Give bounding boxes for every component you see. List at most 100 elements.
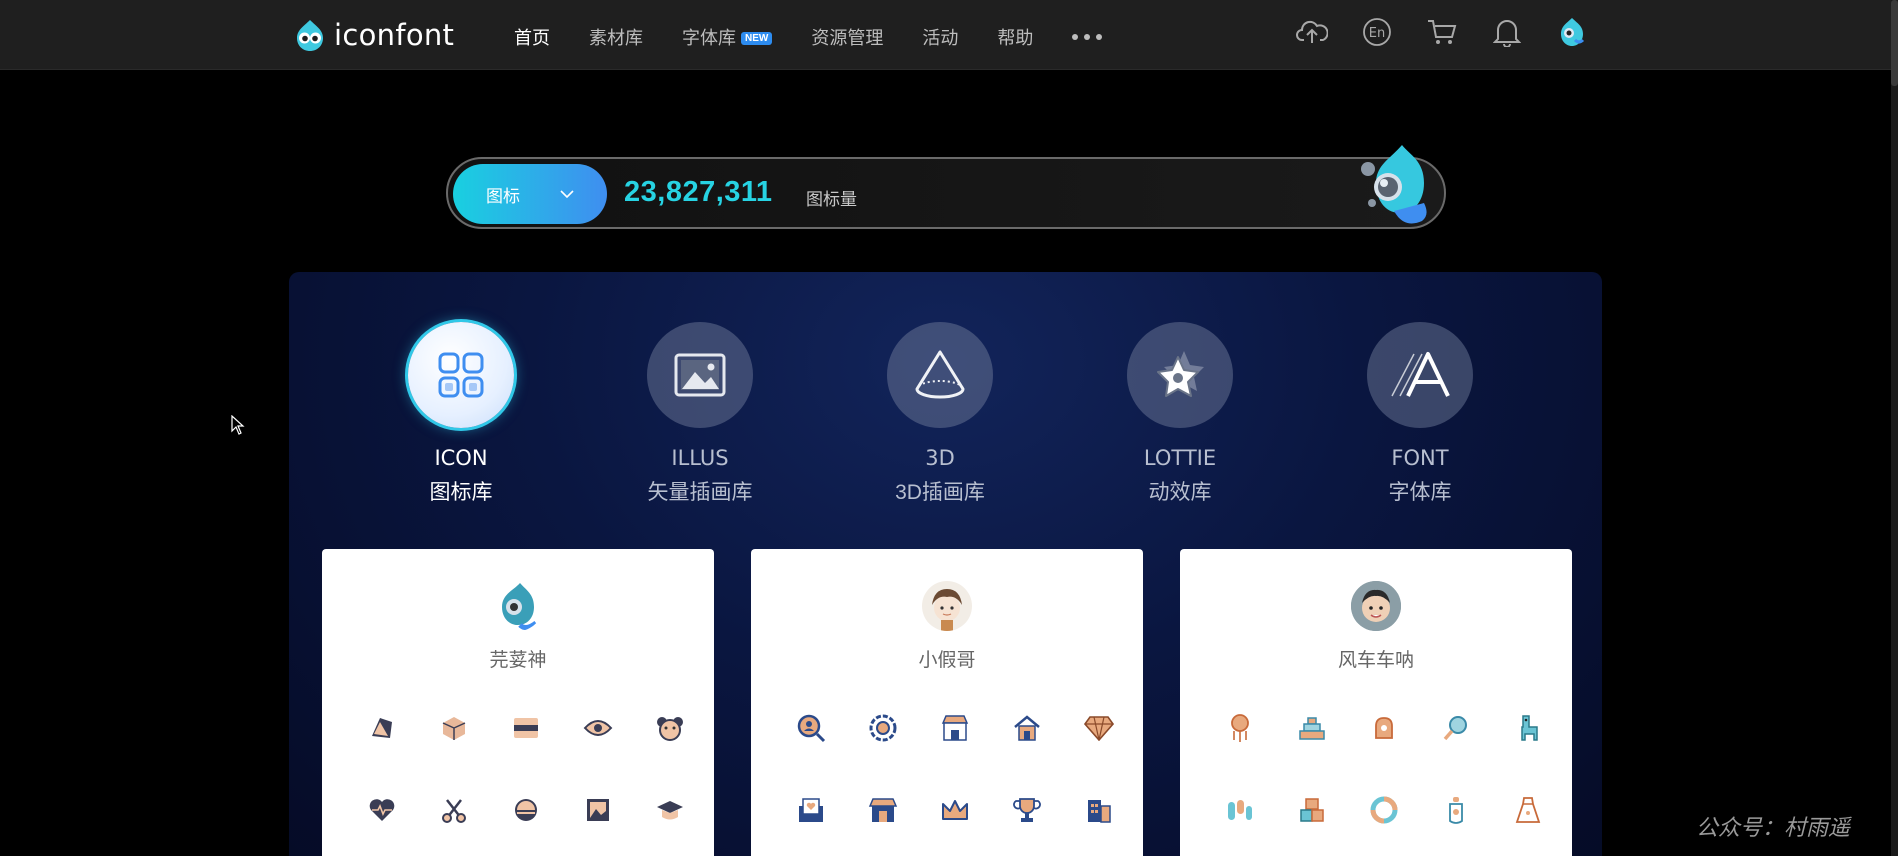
alpaca-icon[interactable]	[1492, 711, 1564, 745]
magnifier-leaf-icon[interactable]	[1420, 711, 1492, 745]
settings-ring-icon[interactable]	[847, 711, 919, 745]
tea-pot-icon[interactable]	[1348, 711, 1420, 745]
nav-item-label: 帮助	[997, 28, 1034, 48]
designer-card[interactable]: 芫荽神	[322, 549, 714, 856]
new-badge: NEW	[741, 32, 773, 45]
card-stack-icon[interactable]	[490, 711, 562, 745]
iconfont-logo-icon	[297, 20, 323, 51]
capsule-pills-icon[interactable]	[1204, 793, 1276, 827]
designer-card[interactable]: 风车车呐	[1180, 549, 1572, 856]
designer-name: 小假哥	[918, 650, 976, 671]
category-zh-label: 3D插画库	[895, 481, 985, 504]
designer-name: 风车车呐	[1337, 650, 1414, 671]
nav-item-activities[interactable]: 活动	[922, 24, 958, 50]
avatar	[493, 581, 543, 631]
bear-face-icon[interactable]	[634, 711, 706, 745]
icon-count-unit: 图标量	[806, 190, 857, 209]
eye-icon[interactable]	[562, 711, 634, 745]
category-en-label: ILLUS	[671, 446, 729, 470]
top-navigation-bar: iconfont 首页 素材库 字体库 NEW 资源管理 活动 帮助 En	[0, 0, 1898, 70]
chevron-down-icon	[560, 189, 574, 198]
category-illus[interactable]: ILLUS 矢量插画库	[600, 322, 800, 506]
search-user-icon[interactable]	[775, 711, 847, 745]
map-fold-icon[interactable]	[346, 711, 418, 745]
icon-count: 23,827,311	[624, 176, 773, 208]
diamond-icon[interactable]	[1063, 711, 1135, 745]
photo-frame-icon[interactable]	[562, 793, 634, 827]
crown-icon[interactable]	[919, 793, 991, 827]
heart-pulse-icon[interactable]	[346, 793, 418, 827]
category-illus-circle	[647, 322, 753, 428]
store-awning-icon[interactable]	[847, 793, 919, 827]
category-en-label: 3D	[925, 446, 955, 470]
grid-four-icon	[438, 352, 484, 398]
baby-bottle-icon[interactable]	[1420, 793, 1492, 827]
house-icon[interactable]	[991, 711, 1063, 745]
library-panel: ICON 图标库 ILLUS 矢量插画库 3D 3D插画库 LOTTIE 动效库…	[289, 272, 1602, 856]
sunset-icon[interactable]	[490, 793, 562, 827]
dress-icon[interactable]	[1492, 793, 1564, 827]
shop-front-icon[interactable]	[919, 711, 991, 745]
cube-icon[interactable]	[418, 711, 490, 745]
category-tabs: ICON 图标库 ILLUS 矢量插画库 3D 3D插画库 LOTTIE 动效库…	[289, 322, 1602, 522]
nav-item-home[interactable]: 首页	[514, 24, 550, 50]
iconfont-logo[interactable]: iconfont	[292, 18, 454, 52]
nav-item-fonts[interactable]: 字体库 NEW	[682, 24, 773, 50]
nav-item-materials[interactable]: 素材库	[589, 24, 643, 50]
grad-cap-icon[interactable]	[634, 793, 706, 827]
designer-card[interactable]: 小假哥	[751, 549, 1143, 856]
nav-item-label: 素材库	[589, 28, 643, 48]
cone-icon	[915, 350, 965, 399]
bell-icon[interactable]	[1491, 16, 1523, 48]
scissors-icon[interactable]	[418, 793, 490, 827]
nav-item-resources[interactable]: 资源管理	[811, 24, 883, 50]
toy-blocks-icon[interactable]	[1276, 793, 1348, 827]
nav-item-label: 资源管理	[811, 28, 884, 48]
search-pill: 图标 23,827,311 图标量	[446, 145, 1446, 229]
main-nav: 首页 素材库 字体库 NEW 资源管理 活动 帮助	[514, 24, 1106, 50]
category-icon-circle	[408, 322, 514, 428]
category-font[interactable]: FONT 字体库	[1320, 322, 1520, 506]
building-icon[interactable]	[1063, 793, 1135, 827]
mouse-cursor-icon	[231, 415, 245, 435]
category-icon[interactable]: ICON 图标库	[361, 322, 561, 506]
more-menu-icon[interactable]	[1072, 32, 1106, 42]
love-mail-icon[interactable]	[775, 793, 847, 827]
letter-a-icon	[1391, 352, 1450, 397]
dreamcatcher-icon[interactable]	[1204, 711, 1276, 745]
scrollbar-thumb[interactable]	[1891, 0, 1898, 86]
vertical-scrollbar[interactable]	[1891, 0, 1898, 856]
resource-type-select[interactable]: 图标	[453, 164, 607, 224]
category-font-circle	[1367, 322, 1473, 428]
category-zh-label: 图标库	[429, 481, 493, 504]
category-zh-label: 动效库	[1148, 481, 1212, 504]
header-actions: En	[1296, 16, 1588, 48]
category-lottie-circle	[1127, 322, 1233, 428]
tiered-cake-icon[interactable]	[1276, 711, 1348, 745]
cart-icon[interactable]	[1426, 16, 1458, 48]
user-avatar-icon[interactable]	[1556, 16, 1588, 48]
icon-preview-grid	[1204, 711, 1548, 827]
swim-ring-icon[interactable]	[1348, 793, 1420, 827]
logo-text: iconfont	[334, 18, 455, 52]
category-3d[interactable]: 3D 3D插画库	[840, 322, 1040, 506]
nav-item-label: 首页	[514, 28, 550, 48]
category-en-label: ICON	[434, 446, 488, 470]
mascot-icon	[1361, 145, 1427, 224]
icon-preview-grid	[775, 711, 1119, 827]
trophy-icon[interactable]	[991, 793, 1063, 827]
star-motion-icon	[1157, 351, 1204, 397]
category-lottie[interactable]: LOTTIE 动效库	[1080, 322, 1280, 506]
category-3d-circle	[887, 322, 993, 428]
browser-viewport: iconfont 首页 素材库 字体库 NEW 资源管理 活动 帮助 En 图标…	[0, 0, 1898, 856]
avatar	[922, 581, 972, 631]
language-en-icon[interactable]: En	[1361, 16, 1393, 48]
resource-type-label: 图标	[486, 186, 520, 206]
category-zh-label: 矢量插画库	[647, 481, 753, 504]
icon-preview-grid	[346, 711, 690, 827]
nav-item-label: 活动	[922, 28, 959, 48]
upload-cloud-icon[interactable]	[1296, 16, 1328, 48]
nav-item-help[interactable]: 帮助	[997, 24, 1033, 50]
svg-text:En: En	[1369, 26, 1385, 41]
watermark-text: 公众号：村雨遥	[1696, 816, 1851, 841]
